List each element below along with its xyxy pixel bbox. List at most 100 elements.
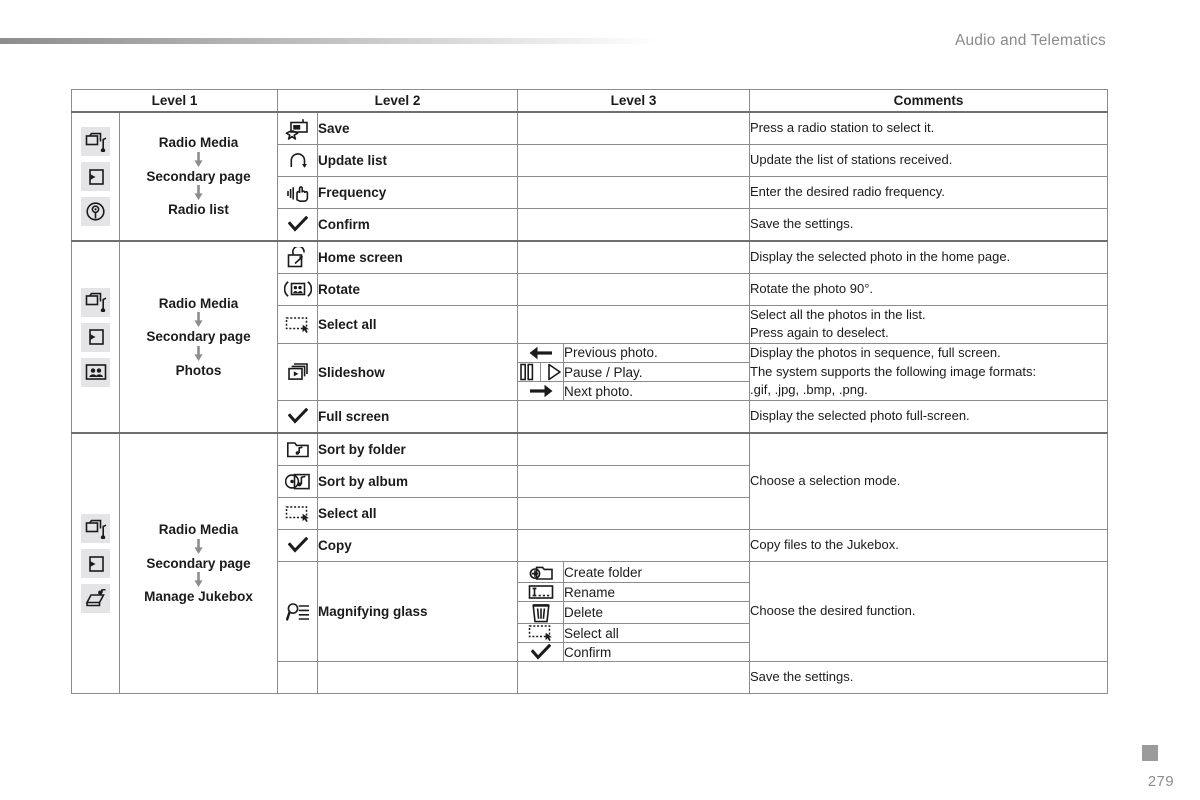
path-step: Radio Media [158,135,239,151]
comment-cell: Choose the desired function. [749,561,1108,663]
comment-cell: Enter the desired radio frequency. [749,176,1108,209]
folder-note-icon [286,441,310,458]
level3-empty-cell [517,529,750,563]
level2-icon-cell[interactable] [277,465,318,499]
level2-icon-cell[interactable] [277,176,318,209]
menu-matrix-table-wrapper: Level 1 Level 2 Level 3 Comments Radio M… [71,89,1108,695]
check-icon [287,537,308,554]
check-icon [530,643,551,660]
level3-icon-cell[interactable] [517,342,564,363]
check-icon [287,216,308,233]
level3-empty-cell [517,305,750,344]
level2-label: Sort by album [317,465,518,499]
rotate-photo-icon [283,281,312,298]
enter-arrow-icon[interactable] [81,549,110,579]
comment-cell: Display the selected photo in the home p… [749,240,1108,274]
level3-icon-cell[interactable] [517,381,564,402]
level3-label: Confirm [563,642,750,663]
level3-icon-cell[interactable] [517,601,564,625]
table-body: Radio Media Secondary page Radio list Save P… [71,111,1108,695]
level2-label: Confirm [317,208,518,242]
play-icon[interactable] [546,363,562,381]
level3-icon-cell[interactable] [517,361,564,383]
pause-icon[interactable] [519,362,541,382]
media-stack-note-icon[interactable] [81,287,110,317]
level2-icon-cell[interactable] [277,400,318,434]
create-folder-icon [529,563,553,580]
path-step: Radio Media [158,522,239,538]
trash-icon [531,604,551,623]
photo-people-icon[interactable] [81,357,110,387]
level3-label: Rename [563,582,750,603]
arrow-down-icon [120,185,277,201]
level2-icon-cell[interactable] [277,144,318,177]
column-header-level-1: Level 1 [71,89,278,113]
jukebox-icon[interactable] [81,584,110,614]
media-stack-note-icon[interactable] [81,127,110,156]
level2-icon-cell[interactable] [277,240,318,274]
level3-empty-cell [517,111,750,145]
table-row: Radio Media Secondary page Radio list Save P… [71,111,1108,242]
level2-icon-cell[interactable] [277,529,318,563]
comment-cell: Update the list of stations received. [749,144,1108,177]
arrow-down-icon [120,538,277,555]
level2-icon-cell[interactable] [277,497,318,531]
magnifier-list-icon [285,602,310,621]
level2-icon-cell[interactable] [277,432,318,467]
level3-label: Previous photo. [563,342,750,363]
column-header-level-2: Level 2 [277,89,518,113]
level3-empty-cell [517,465,750,499]
level1-path-radio-list: Radio Media Secondary page Radio list [119,111,278,242]
comment-cell: Select all the photos in the list. Press … [749,305,1108,344]
level2-icon-cell[interactable] [277,273,318,306]
comment-cell: Save the settings. [749,208,1108,242]
level1-icon-stack-manage-jukebox [71,432,120,695]
level3-label: Pause / Play. [563,361,750,383]
comment-cell: Press a radio station to select it. [749,111,1108,145]
select-all-icon [528,624,554,642]
radio-antenna-icon[interactable] [81,197,110,226]
level2-label: Select all [317,305,518,344]
level2-icon-cell[interactable] [277,111,318,145]
select-all-icon [285,505,311,522]
page-number: 279 [1147,773,1174,790]
arrow-down-icon [120,312,277,328]
level2-label: Home screen [317,240,518,274]
level3-icon-cell[interactable] [517,582,564,603]
level3-icon-cell[interactable] [517,623,564,644]
enter-arrow-icon[interactable] [81,322,110,352]
comment-cell: Save the settings. [749,661,1108,695]
table-header-row: Level 1 Level 2 Level 3 Comments [71,89,1108,113]
level3-label: Select all [563,623,750,644]
radio-star-icon [285,118,311,140]
table-row: Radio Media Secondary page Manage Jukebox S… [71,432,1108,695]
level3-label: Next photo. [563,381,750,402]
level3-label: Create folder [563,561,750,584]
level2-label: Save [317,111,518,145]
menu-matrix-table: Level 1 Level 2 Level 3 Comments Radio M… [71,89,1108,695]
level3-empty-cell [517,400,750,434]
level2-label: Copy [317,529,518,563]
level2-icon-cell[interactable] [277,342,318,402]
select-all-icon [285,315,311,333]
path-step: Secondary page [146,555,251,571]
comment-cell: Display the photos in sequence, full scr… [749,342,1108,402]
arrow-left-icon [528,344,554,361]
page-corner-marker [1142,745,1158,761]
arrow-right-icon [528,382,554,399]
level3-empty-cell [517,497,750,531]
level2-icon-cell[interactable] [277,661,318,695]
level3-empty-cell [517,273,750,306]
page-title: Audio and Telematics [954,32,1106,49]
level2-label [317,661,518,695]
level2-icon-cell[interactable] [277,208,318,242]
enter-arrow-icon[interactable] [81,162,110,191]
column-header-comments: Comments [749,89,1108,113]
table-header: Level 1 Level 2 Level 3 Comments [71,89,1108,113]
level2-icon-cell[interactable] [277,561,318,663]
level2-icon-cell[interactable] [277,305,318,344]
rename-icon [528,583,554,600]
media-stack-note-icon[interactable] [81,514,110,544]
level3-icon-cell[interactable] [517,642,564,663]
level3-icon-cell[interactable] [517,561,564,584]
